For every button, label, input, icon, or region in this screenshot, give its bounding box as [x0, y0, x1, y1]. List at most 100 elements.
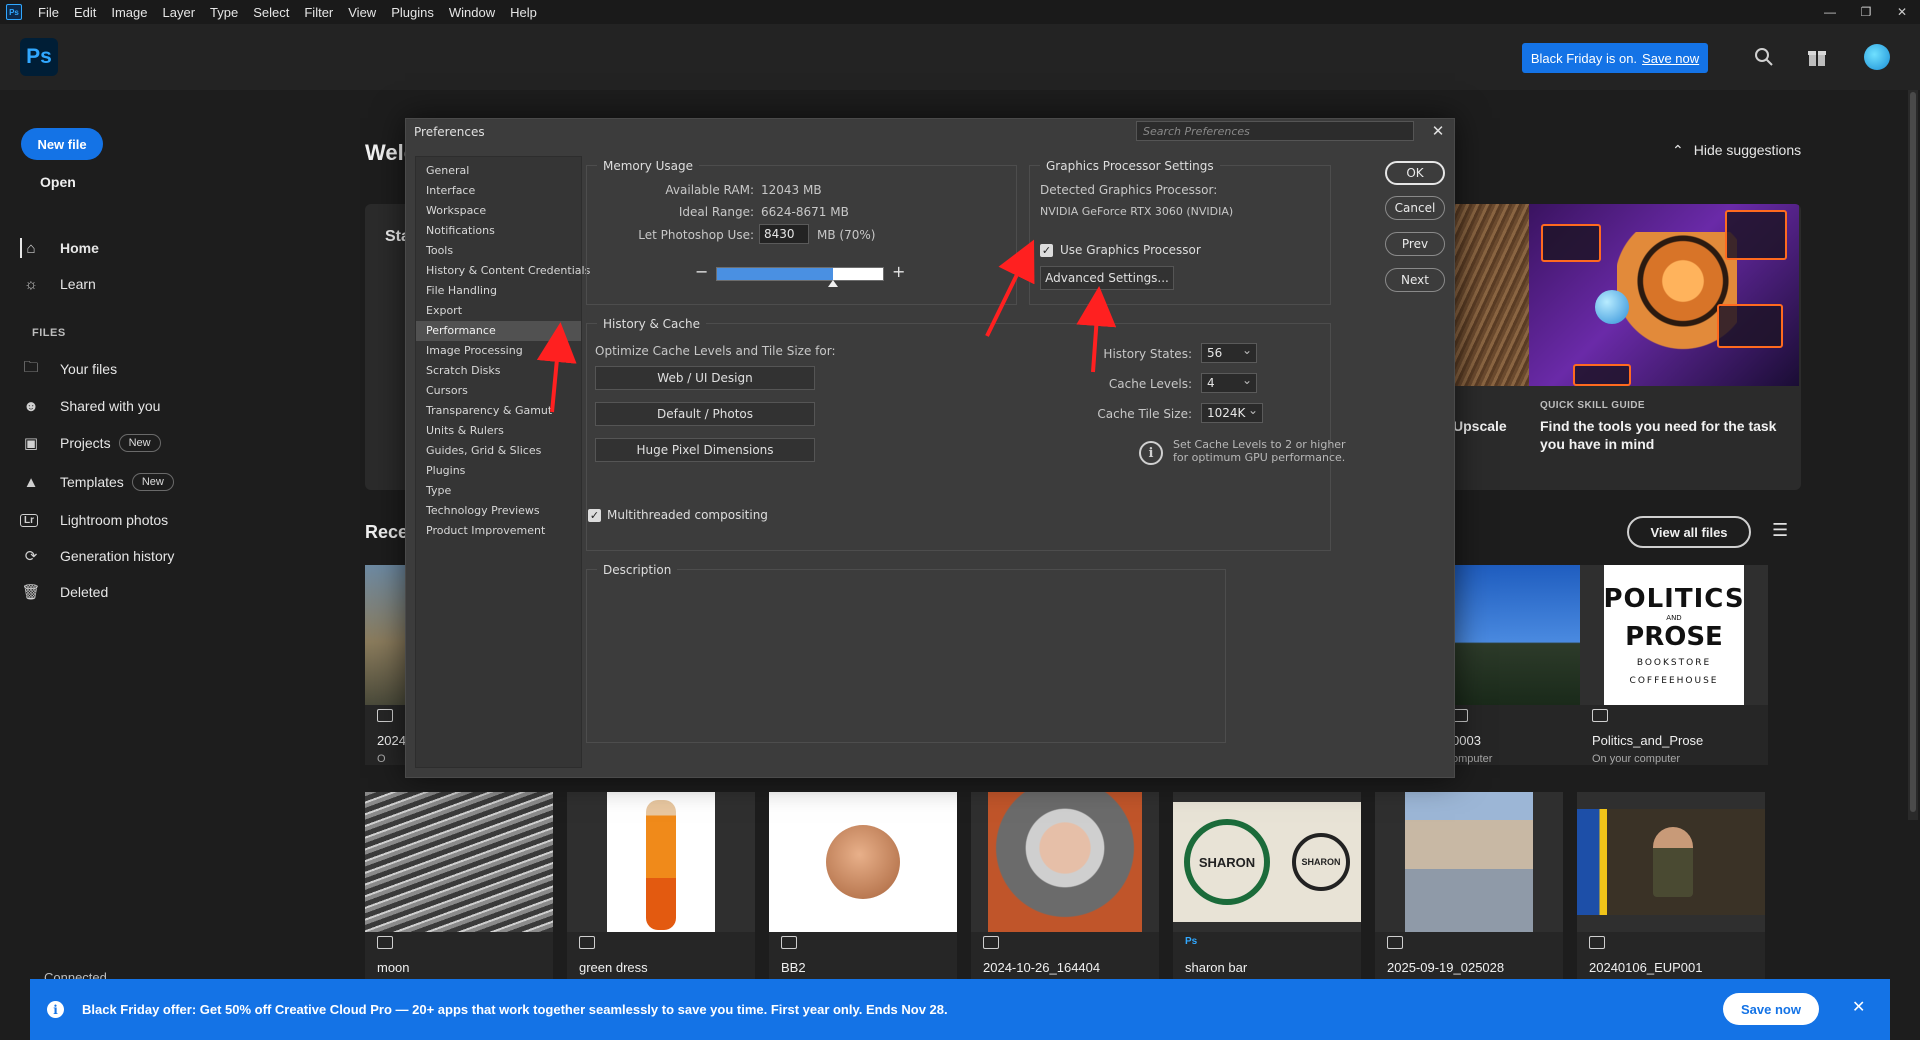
menu-select[interactable]: Select	[247, 5, 298, 20]
category-guides-grid-slices[interactable]: Guides, Grid & Slices	[416, 441, 581, 461]
nav-shared[interactable]: ☻ Shared with you	[20, 394, 160, 418]
menu-window[interactable]: Window	[443, 5, 504, 20]
advanced-settings-button[interactable]: Advanced Settings...	[1040, 266, 1174, 290]
recent-file-card[interactable]: 2025-09-19_025028	[1375, 792, 1563, 992]
minimize-icon[interactable]: —	[1812, 0, 1848, 24]
recent-file-card[interactable]: 20240106_EUP001	[1577, 792, 1765, 992]
category-general[interactable]: General	[416, 161, 581, 181]
image-icon	[1387, 936, 1403, 949]
black-friday-button[interactable]: Black Friday is on. Save now	[1522, 43, 1708, 73]
image-icon	[1589, 936, 1605, 949]
category-product-improvement[interactable]: Product Improvement	[416, 521, 581, 541]
nav-your-files[interactable]: 🗀 Your files	[20, 357, 117, 381]
skill-guide-title[interactable]: Find the tools you need for the task you…	[1540, 417, 1790, 453]
category-technology-previews[interactable]: Technology Previews	[416, 501, 581, 521]
category-performance[interactable]: Performance	[416, 321, 581, 341]
huge-pixel-dimensions-button[interactable]: Huge Pixel Dimensions	[595, 438, 815, 462]
ok-button[interactable]: OK	[1385, 161, 1445, 185]
file-thumbnail: POLITICS AND PROSE BOOKSTORE COFFEEHOUSE	[1580, 565, 1768, 705]
main-scrollbar[interactable]	[1908, 90, 1918, 820]
category-units-rulers[interactable]: Units & Rulers	[416, 421, 581, 441]
close-icon[interactable]: ✕	[1852, 997, 1865, 1017]
lightroom-icon: Lr	[20, 513, 38, 527]
nav-projects-label: Projects	[60, 435, 111, 451]
file-thumbnail: SHARON SHARON	[1173, 792, 1361, 932]
menu-image[interactable]: Image	[105, 5, 156, 20]
file-name: 2024-10-26_164404	[983, 960, 1101, 975]
cache-tile-size-select[interactable]: 1024K	[1201, 403, 1263, 423]
default-photos-button[interactable]: Default / Photos	[595, 402, 815, 426]
history-states-select[interactable]: 56	[1201, 343, 1257, 363]
user-avatar[interactable]	[1864, 44, 1890, 70]
recent-file-card[interactable]: moon	[365, 792, 553, 992]
folder-icon: 🗀	[23, 358, 39, 376]
nav-generation-history[interactable]: ⟳ Generation history	[20, 544, 175, 568]
category-type[interactable]: Type	[416, 481, 581, 501]
category-interface[interactable]: Interface	[416, 181, 581, 201]
menu-view[interactable]: View	[342, 5, 385, 20]
menu-help[interactable]: Help	[504, 5, 546, 20]
category-cursors[interactable]: Cursors	[416, 381, 581, 401]
next-button[interactable]: Next	[1385, 268, 1445, 292]
category-notifications[interactable]: Notifications	[416, 221, 581, 241]
plus-icon[interactable]: +	[892, 262, 905, 281]
new-file-button[interactable]: New file	[21, 128, 103, 160]
skill-guide-thumbnail[interactable]	[1529, 204, 1799, 386]
close-icon[interactable]: ✕	[1427, 120, 1449, 142]
photoshop-logo[interactable]: Ps	[20, 38, 58, 76]
nav-home[interactable]: ⌂ Home	[20, 236, 99, 260]
memory-slider[interactable]	[716, 267, 884, 281]
minus-icon[interactable]: −	[695, 262, 708, 281]
menu-plugins[interactable]: Plugins	[385, 5, 443, 20]
menu-file[interactable]: File	[32, 5, 68, 20]
nav-templates[interactable]: ▲ Templates New	[20, 470, 174, 494]
nav-lightroom[interactable]: Lr Lightroom photos	[20, 508, 168, 532]
nav-learn[interactable]: ☼ Learn	[20, 272, 96, 296]
category-file-handling[interactable]: File Handling	[416, 281, 581, 301]
recent-file-card[interactable]: SHARON SHARON Ps sharon bar	[1173, 792, 1361, 992]
image-icon	[781, 936, 797, 949]
web-ui-design-button[interactable]: Web / UI Design	[595, 366, 815, 390]
category-image-processing[interactable]: Image Processing	[416, 341, 581, 361]
recent-file-card[interactable]: BB2	[769, 792, 957, 992]
memory-amount-input[interactable]: 8430	[759, 224, 809, 244]
cache-levels-select[interactable]: 4	[1201, 373, 1257, 393]
view-all-files-button[interactable]: View all files	[1627, 516, 1751, 548]
menu-edit[interactable]: Edit	[68, 5, 105, 20]
prev-button[interactable]: Prev	[1385, 232, 1445, 256]
scrollbar-thumb[interactable]	[1910, 92, 1916, 812]
cancel-button[interactable]: Cancel	[1385, 196, 1445, 220]
restore-icon[interactable]: ❐	[1848, 0, 1884, 24]
search-icon[interactable]	[1751, 44, 1777, 70]
category-workspace[interactable]: Workspace	[416, 201, 581, 221]
menu-type[interactable]: Type	[204, 5, 247, 20]
close-window-icon[interactable]: ✕	[1884, 0, 1920, 24]
recent-file-card[interactable]: 2024-10-26_164404	[971, 792, 1159, 992]
menu-filter[interactable]: Filter	[298, 5, 342, 20]
recent-file-card[interactable]: POLITICS AND PROSE BOOKSTORE COFFEEHOUSE…	[1580, 565, 1768, 765]
category-transparency-gamut[interactable]: Transparency & Gamut	[416, 401, 581, 421]
list-view-icon[interactable]: ☰	[1772, 520, 1788, 541]
category-tools[interactable]: Tools	[416, 241, 581, 261]
promo-text: Black Friday is on.	[1530, 50, 1638, 66]
cache-tile-size-label: Cache Tile Size:	[1097, 407, 1192, 421]
category-history-content-credentials[interactable]: History & Content Credentials	[416, 261, 590, 281]
category-export[interactable]: Export	[416, 301, 581, 321]
hide-suggestions-button[interactable]: ⌃ Hide suggestions	[1672, 142, 1811, 159]
nav-deleted[interactable]: 🗑 Deleted	[20, 580, 108, 604]
promo-link[interactable]: Save now	[1642, 51, 1699, 66]
category-scratch-disks[interactable]: Scratch Disks	[416, 361, 581, 381]
offer-save-now-button[interactable]: Save now	[1723, 993, 1819, 1025]
multithreaded-compositing-checkbox[interactable]: ✓	[588, 509, 601, 522]
use-gpu-checkbox[interactable]: ✓	[1040, 244, 1053, 257]
open-button[interactable]: Open	[40, 174, 76, 190]
menu-layer[interactable]: Layer	[157, 5, 205, 20]
gpu-settings-title: Graphics Processor Settings	[1040, 159, 1220, 173]
category-plugins[interactable]: Plugins	[416, 461, 581, 481]
gift-icon[interactable]	[1804, 44, 1830, 70]
nav-projects[interactable]: ▣ Projects New	[20, 431, 161, 455]
search-preferences-input[interactable]: Search Preferences	[1136, 121, 1414, 141]
multithreaded-compositing-label: Multithreaded compositing	[607, 508, 768, 522]
recent-file-card[interactable]: green dress	[567, 792, 755, 992]
memory-slider-thumb[interactable]	[828, 280, 839, 287]
